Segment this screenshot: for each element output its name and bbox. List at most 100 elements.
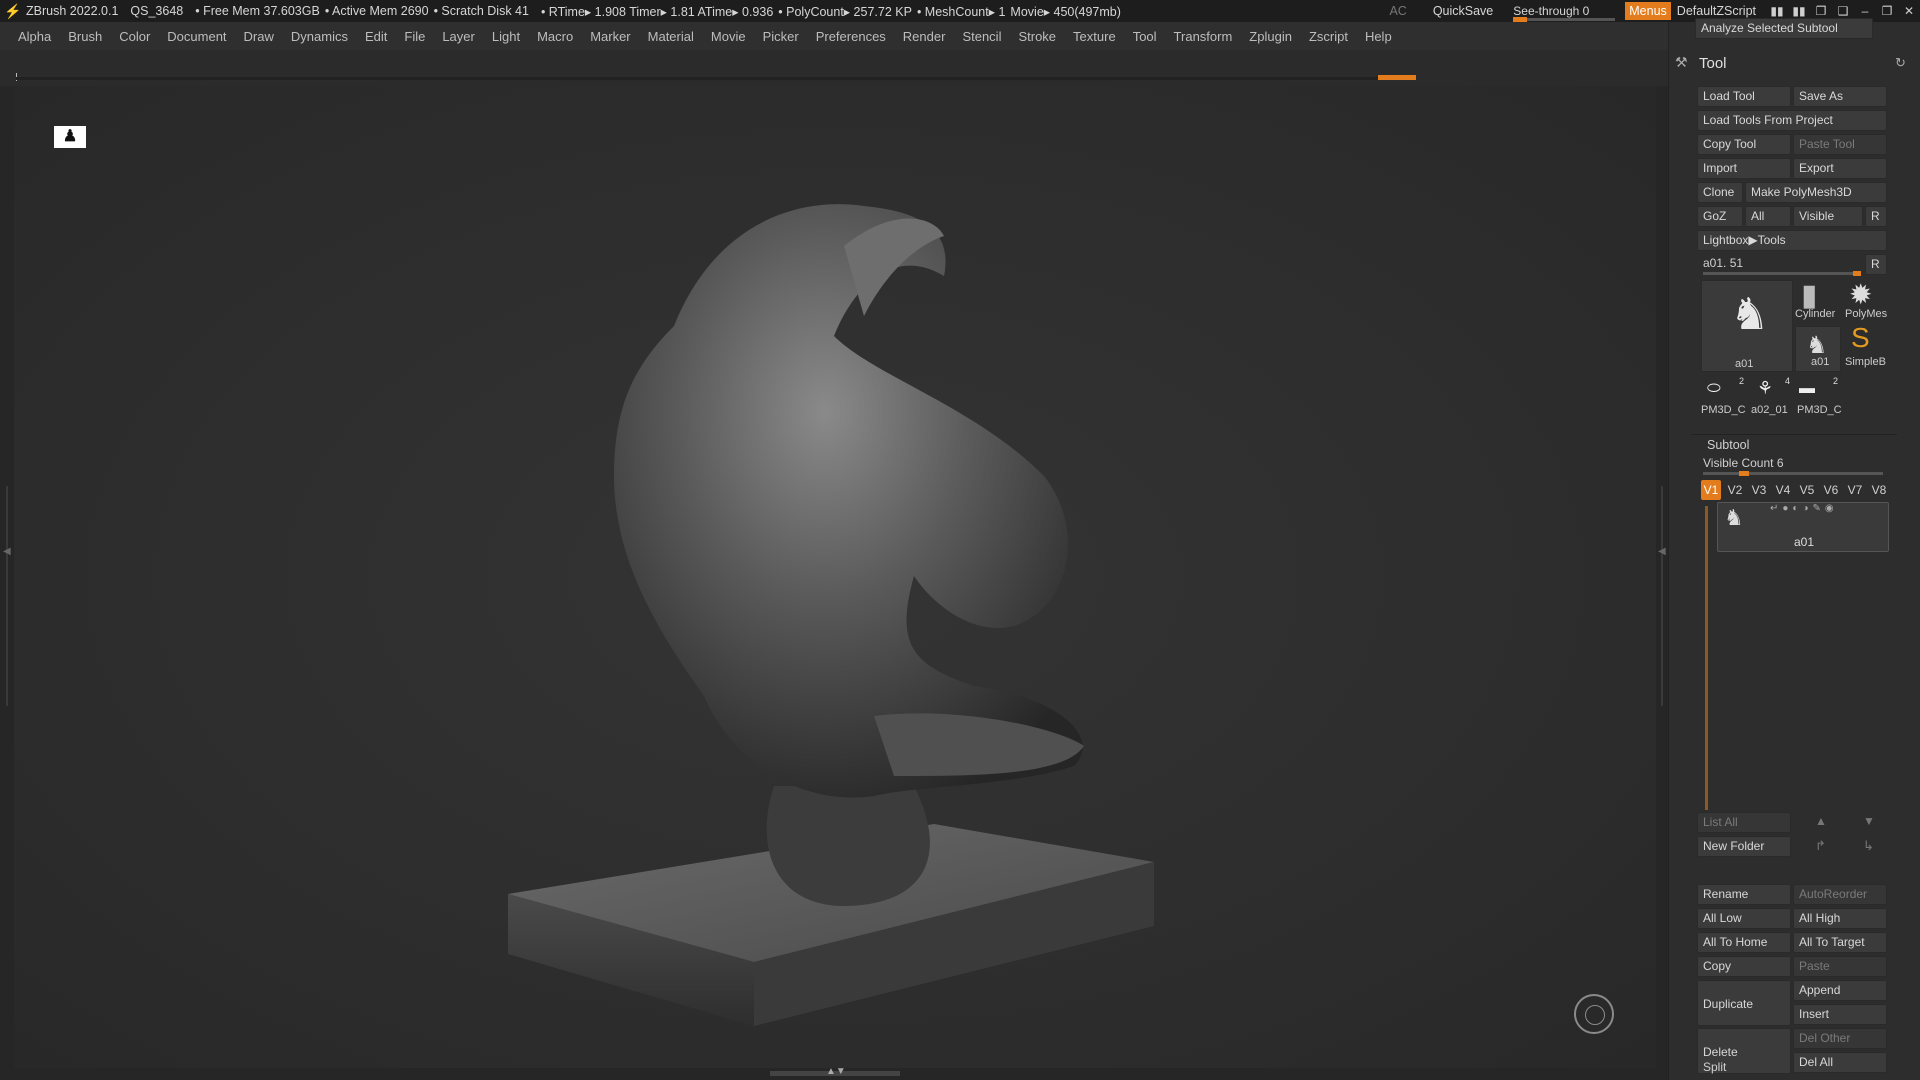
ui-preset-icon[interactable]: ❐ [1810, 4, 1832, 18]
visibility-set-v3[interactable]: V3 [1749, 480, 1769, 500]
visible-count-slider[interactable] [1703, 472, 1883, 475]
menu-marker[interactable]: Marker [590, 29, 630, 44]
menu-stroke[interactable]: Stroke [1018, 29, 1056, 44]
append-button[interactable]: Append [1793, 980, 1887, 1001]
menu-alpha[interactable]: Alpha [18, 29, 51, 44]
reset-palette-icon[interactable]: ↻ [1895, 55, 1906, 71]
save-as-button[interactable]: Save As [1793, 86, 1887, 107]
menu-edit[interactable]: Edit [365, 29, 387, 44]
expand-bottom-tray-icon[interactable]: ▲▼ [826, 1066, 846, 1077]
menu-render[interactable]: Render [903, 29, 946, 44]
minimize-icon[interactable]: – [1854, 4, 1876, 18]
menu-movie[interactable]: Movie [711, 29, 746, 44]
visibility-set-v2[interactable]: V2 [1725, 480, 1745, 500]
visibility-set-v8[interactable]: V8 [1869, 480, 1889, 500]
timeline-track[interactable] [16, 77, 1416, 80]
quicksave-button[interactable]: QuickSave [1433, 4, 1493, 18]
autoreorder-button[interactable]: AutoReorder [1793, 884, 1887, 905]
menu-color[interactable]: Color [119, 29, 150, 44]
menu-tool[interactable]: Tool [1133, 29, 1157, 44]
subtool-list-scrollbar[interactable] [1705, 506, 1708, 810]
menus-button[interactable]: Menus [1625, 2, 1671, 20]
subtool-flag-icons[interactable]: ↵●◐◑✎◉ [1770, 503, 1838, 514]
duplicate-button[interactable]: Duplicate [1697, 980, 1791, 1026]
visibility-set-v5[interactable]: V5 [1797, 480, 1817, 500]
paste-tool-button[interactable]: Paste Tool [1793, 134, 1887, 155]
pm3d-disc-icon[interactable]: ⬭ [1707, 380, 1721, 398]
expand-right-tray-icon[interactable]: ◀ [1658, 546, 1666, 557]
right-tray-gutter[interactable]: ◀ [1656, 86, 1668, 1068]
expand-left-tray-icon[interactable]: ◀ [3, 546, 11, 557]
menu-light[interactable]: Light [492, 29, 520, 44]
load-tools-from-project-button[interactable]: Load Tools From Project [1697, 110, 1887, 131]
menu-layer[interactable]: Layer [442, 29, 475, 44]
visibility-set-v6[interactable]: V6 [1821, 480, 1841, 500]
a02-icon[interactable]: ⚘ [1757, 378, 1773, 399]
new-folder-button[interactable]: New Folder [1697, 836, 1791, 857]
move-into-folder-icon[interactable]: ↱ [1815, 838, 1826, 854]
goz-r-button[interactable]: R [1865, 206, 1887, 227]
move-down-icon[interactable]: ▼ [1863, 814, 1875, 828]
menu-help[interactable]: Help [1365, 29, 1392, 44]
list-all-button[interactable]: List All [1697, 812, 1791, 833]
import-button[interactable]: Import [1697, 158, 1791, 179]
restore-icon[interactable]: ❐ [1876, 4, 1898, 18]
polymesh-star-icon[interactable]: ✹ [1849, 278, 1872, 311]
copy-tool-button[interactable]: Copy Tool [1697, 134, 1791, 155]
tool-r-button[interactable]: R [1865, 254, 1887, 275]
del-all-button[interactable]: Del All [1793, 1052, 1887, 1073]
simplebrush-icon[interactable]: S [1851, 322, 1870, 354]
menu-draw[interactable]: Draw [244, 29, 274, 44]
menu-stencil[interactable]: Stencil [962, 29, 1001, 44]
split-section-label[interactable]: Split [1703, 1060, 1726, 1074]
menu-zscript[interactable]: Zscript [1309, 29, 1348, 44]
move-up-icon[interactable]: ▲ [1815, 814, 1827, 828]
pm3d-slab-icon[interactable]: ▬ [1799, 380, 1815, 398]
layout-right-icon[interactable]: ▮▮ [1788, 4, 1810, 18]
visibility-set-v1[interactable]: V1 [1701, 480, 1721, 500]
all-to-home-button[interactable]: All To Home [1697, 932, 1791, 953]
del-other-button[interactable]: Del Other [1793, 1028, 1887, 1049]
menu-transform[interactable]: Transform [1174, 29, 1233, 44]
menu-macro[interactable]: Macro [537, 29, 573, 44]
visibility-set-v7[interactable]: V7 [1845, 480, 1865, 500]
document-canvas[interactable]: ♟ [14, 86, 1656, 1068]
goz-visible-button[interactable]: Visible [1793, 206, 1863, 227]
subtool-title[interactable]: Subtool [1707, 438, 1749, 452]
timeline-marker[interactable] [1378, 75, 1416, 80]
left-tray-gutter[interactable]: ◀ [0, 86, 14, 1068]
goz-all-button[interactable]: All [1745, 206, 1791, 227]
see-through-slider[interactable]: See-through 0 [1513, 4, 1616, 22]
analyze-selected-subtool-button[interactable]: Analyze Selected Subtool [1695, 18, 1873, 39]
menu-file[interactable]: File [404, 29, 425, 44]
menu-zplugin[interactable]: Zplugin [1249, 29, 1292, 44]
rename-button[interactable]: Rename [1697, 884, 1791, 905]
load-tool-button[interactable]: Load Tool [1697, 86, 1791, 107]
all-high-button[interactable]: All High [1793, 908, 1887, 929]
menu-preferences[interactable]: Preferences [816, 29, 886, 44]
paste-subtool-button[interactable]: Paste [1793, 956, 1887, 977]
copy-subtool-button[interactable]: Copy [1697, 956, 1791, 977]
goz-button[interactable]: GoZ [1697, 206, 1743, 227]
close-icon[interactable]: ✕ [1898, 4, 1920, 18]
menu-dynamics[interactable]: Dynamics [291, 29, 348, 44]
make-polymesh3d-button[interactable]: Make PolyMesh3D [1745, 182, 1887, 203]
menu-document[interactable]: Document [167, 29, 226, 44]
default-zscript-button[interactable]: DefaultZScript [1677, 4, 1756, 18]
ac-toggle[interactable]: AC [1389, 4, 1406, 18]
all-low-button[interactable]: All Low [1697, 908, 1791, 929]
move-out-folder-icon[interactable]: ↳ [1863, 838, 1874, 854]
subtool-item-a01[interactable]: ♞ ↵●◐◑✎◉ a01 [1717, 502, 1889, 552]
clone-button[interactable]: Clone [1697, 182, 1743, 203]
menu-texture[interactable]: Texture [1073, 29, 1116, 44]
menu-picker[interactable]: Picker [763, 29, 799, 44]
ui-color-icon[interactable]: ❑ [1832, 4, 1854, 18]
current-tool-slider[interactable] [1703, 272, 1859, 275]
lightbox-tools-button[interactable]: Lightbox▶Tools [1697, 230, 1887, 251]
all-to-target-button[interactable]: All To Target [1793, 932, 1887, 953]
bottom-tray-gutter[interactable]: ▲▼ [0, 1066, 1668, 1080]
rotate-gizmo-icon[interactable] [1574, 994, 1614, 1034]
layout-left-icon[interactable]: ▮▮ [1766, 4, 1788, 18]
visibility-set-v4[interactable]: V4 [1773, 480, 1793, 500]
insert-button[interactable]: Insert [1793, 1004, 1887, 1025]
